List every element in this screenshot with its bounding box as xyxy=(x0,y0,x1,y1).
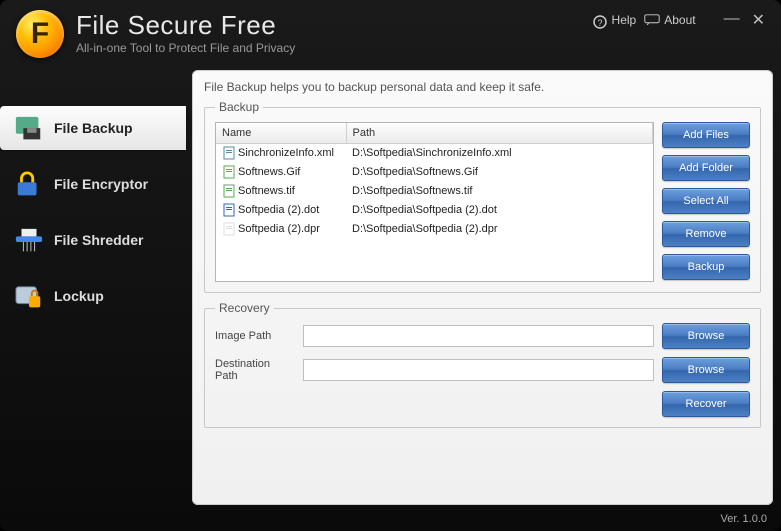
app-title: File Secure Free xyxy=(76,10,592,41)
image-path-label: Image Path xyxy=(215,330,295,342)
table-row[interactable]: SinchronizeInfo.xmlD:\Softpedia\Sinchron… xyxy=(216,144,653,163)
footer-version: Ver. 1.0.0 xyxy=(0,509,781,531)
about-icon xyxy=(644,14,660,26)
sidebar-item-file-backup[interactable]: File Backup xyxy=(0,106,186,150)
sidebar-item-label: File Backup xyxy=(54,120,133,136)
sidebar: File Backup File Encryptor File Shredder… xyxy=(0,66,186,509)
about-label: About xyxy=(664,13,695,27)
backup-legend: Backup xyxy=(215,100,263,114)
file-icon xyxy=(222,184,236,198)
sidebar-item-label: Lockup xyxy=(54,288,104,304)
col-path[interactable]: Path xyxy=(346,123,653,144)
file-icon xyxy=(222,165,236,179)
help-icon: ? xyxy=(592,14,608,26)
add-files-button[interactable]: Add Files xyxy=(662,122,750,148)
file-icon xyxy=(222,146,236,160)
recover-button[interactable]: Recover xyxy=(662,391,750,417)
file-table[interactable]: Name Path SinchronizeInfo.xmlD:\Softpedi… xyxy=(215,122,654,282)
about-link[interactable]: About xyxy=(644,13,695,27)
destination-path-label: Destination Path xyxy=(215,358,295,382)
browse-image-button[interactable]: Browse xyxy=(662,323,750,349)
file-icon xyxy=(222,222,236,236)
col-name[interactable]: Name xyxy=(216,123,346,144)
header: F File Secure Free All-in-one Tool to Pr… xyxy=(0,0,781,66)
table-row[interactable]: Softpedia (2).dprD:\Softpedia\Softpedia … xyxy=(216,220,653,239)
backup-button-column: Add Files Add Folder Select All Remove B… xyxy=(662,122,750,280)
app-logo-icon: F xyxy=(16,10,64,58)
destination-path-input[interactable] xyxy=(303,359,654,381)
select-all-button[interactable]: Select All xyxy=(662,188,750,214)
sidebar-item-lockup[interactable]: Lockup xyxy=(0,274,186,318)
backup-fieldset: Backup Name Path SinchronizeInfo.xmlD:\S… xyxy=(204,100,761,293)
window-controls: — ✕ xyxy=(724,10,765,30)
file-backup-icon xyxy=(14,115,44,141)
app-window: F File Secure Free All-in-one Tool to Pr… xyxy=(0,0,781,531)
help-label: Help xyxy=(612,13,637,27)
table-row[interactable]: Softnews.GifD:\Softpedia\Softnews.Gif xyxy=(216,163,653,182)
help-link[interactable]: ? Help xyxy=(592,13,637,27)
body: File Backup File Encryptor File Shredder… xyxy=(0,66,781,509)
main-panel: File Backup helps you to backup personal… xyxy=(192,70,773,505)
table-row[interactable]: Softpedia (2).dotD:\Softpedia\Softpedia … xyxy=(216,201,653,220)
recovery-fieldset: Recovery Image Path Browse Destination P… xyxy=(204,301,761,428)
remove-button[interactable]: Remove xyxy=(662,221,750,247)
browse-destination-button[interactable]: Browse xyxy=(662,357,750,383)
backup-button[interactable]: Backup xyxy=(662,254,750,280)
sidebar-item-label: File Shredder xyxy=(54,232,143,248)
sidebar-item-label: File Encryptor xyxy=(54,176,148,192)
file-shredder-icon xyxy=(14,227,44,253)
file-encryptor-icon xyxy=(14,171,44,197)
close-button[interactable]: ✕ xyxy=(752,10,765,30)
image-path-input[interactable] xyxy=(303,325,654,347)
lockup-icon xyxy=(14,283,44,309)
header-right: ? Help About — ✕ xyxy=(592,10,765,30)
add-folder-button[interactable]: Add Folder xyxy=(662,155,750,181)
app-subtitle: All-in-one Tool to Protect File and Priv… xyxy=(76,41,592,55)
table-row[interactable]: Softnews.tifD:\Softpedia\Softnews.tif xyxy=(216,182,653,201)
file-icon xyxy=(222,203,236,217)
sidebar-item-file-encryptor[interactable]: File Encryptor xyxy=(0,162,186,206)
minimize-button[interactable]: — xyxy=(724,10,740,30)
panel-description: File Backup helps you to backup personal… xyxy=(204,80,761,94)
svg-text:?: ? xyxy=(597,18,602,28)
recovery-legend: Recovery xyxy=(215,301,274,315)
title-block: File Secure Free All-in-one Tool to Prot… xyxy=(76,10,592,55)
sidebar-item-file-shredder[interactable]: File Shredder xyxy=(0,218,186,262)
